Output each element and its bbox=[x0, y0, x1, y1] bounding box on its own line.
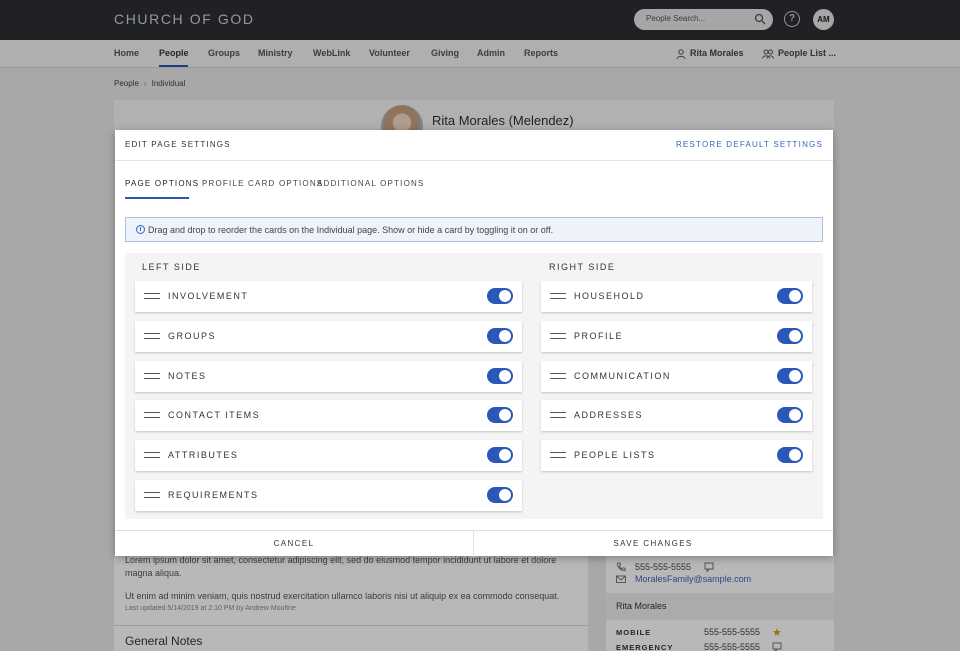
tab-additional-options[interactable]: ADDITIONAL OPTIONS bbox=[317, 179, 425, 188]
divider bbox=[115, 160, 833, 161]
right-side-heading: RIGHT SIDE bbox=[549, 262, 616, 272]
toggle-knob bbox=[499, 370, 511, 382]
toggle-knob bbox=[499, 330, 511, 342]
toggle-switch[interactable] bbox=[777, 368, 803, 384]
drag-handle-icon[interactable] bbox=[144, 293, 160, 299]
drag-handle-icon[interactable] bbox=[144, 333, 160, 339]
card-order-panel: LEFT SIDE RIGHT SIDE INVOLVEMENT GROUPS … bbox=[125, 253, 823, 519]
toggle-knob bbox=[789, 330, 801, 342]
left-side-heading: LEFT SIDE bbox=[142, 262, 201, 272]
card-row-addresses[interactable]: ADDRESSES bbox=[541, 400, 812, 431]
card-row-communication[interactable]: COMMUNICATION bbox=[541, 361, 812, 392]
toggle-knob bbox=[499, 449, 511, 461]
toggle-switch[interactable] bbox=[487, 288, 513, 304]
drag-handle-icon[interactable] bbox=[550, 452, 566, 458]
card-row-contact-items[interactable]: CONTACT ITEMS bbox=[135, 400, 522, 431]
toggle-knob bbox=[499, 409, 511, 421]
card-label: HOUSEHOLD bbox=[574, 291, 645, 301]
toggle-switch[interactable] bbox=[777, 288, 803, 304]
card-row-household[interactable]: HOUSEHOLD bbox=[541, 281, 812, 312]
card-row-profile[interactable]: PROFILE bbox=[541, 321, 812, 352]
card-label: GROUPS bbox=[168, 331, 217, 341]
toggle-switch[interactable] bbox=[487, 407, 513, 423]
info-text: Drag and drop to reorder the cards on th… bbox=[148, 225, 554, 235]
card-row-people-lists[interactable]: PEOPLE LISTS bbox=[541, 440, 812, 471]
card-label: REQUIREMENTS bbox=[168, 490, 259, 500]
card-label: COMMUNICATION bbox=[574, 371, 671, 381]
toggle-knob bbox=[499, 290, 511, 302]
card-label: ADDRESSES bbox=[574, 410, 644, 420]
info-banner: i Drag and drop to reorder the cards on … bbox=[125, 217, 823, 242]
edit-page-settings-modal: EDIT PAGE SETTINGS RESTORE DEFAULT SETTI… bbox=[115, 130, 833, 557]
card-row-groups[interactable]: GROUPS bbox=[135, 321, 522, 352]
card-label: CONTACT ITEMS bbox=[168, 410, 261, 420]
toggle-knob bbox=[789, 409, 801, 421]
card-label: INVOLVEMENT bbox=[168, 291, 249, 301]
cancel-button[interactable]: CANCEL bbox=[115, 531, 473, 557]
card-row-involvement[interactable]: INVOLVEMENT bbox=[135, 281, 522, 312]
toggle-switch[interactable] bbox=[487, 368, 513, 384]
tab-page-options[interactable]: PAGE OPTIONS bbox=[125, 179, 199, 188]
toggle-switch[interactable] bbox=[777, 407, 803, 423]
toggle-switch[interactable] bbox=[777, 447, 803, 463]
active-tab-indicator bbox=[125, 197, 189, 199]
card-label: ATTRIBUTES bbox=[168, 450, 239, 460]
drag-handle-icon[interactable] bbox=[144, 373, 160, 379]
card-label: PROFILE bbox=[574, 331, 624, 341]
drag-handle-icon[interactable] bbox=[144, 412, 160, 418]
tab-profile-card-options[interactable]: PROFILE CARD OPTIONS bbox=[202, 179, 323, 188]
info-icon: i bbox=[136, 225, 145, 234]
card-label: NOTES bbox=[168, 371, 207, 381]
drag-handle-icon[interactable] bbox=[550, 333, 566, 339]
card-label: PEOPLE LISTS bbox=[574, 450, 656, 460]
card-row-requirements[interactable]: REQUIREMENTS bbox=[135, 480, 522, 511]
drag-handle-icon[interactable] bbox=[144, 492, 160, 498]
toggle-knob bbox=[499, 489, 511, 501]
drag-handle-icon[interactable] bbox=[550, 293, 566, 299]
toggle-knob bbox=[789, 370, 801, 382]
toggle-switch[interactable] bbox=[777, 328, 803, 344]
toggle-knob bbox=[789, 449, 801, 461]
save-changes-button[interactable]: SAVE CHANGES bbox=[474, 531, 832, 557]
card-row-notes[interactable]: NOTES bbox=[135, 361, 522, 392]
toggle-knob bbox=[789, 290, 801, 302]
restore-defaults-button[interactable]: RESTORE DEFAULT SETTINGS bbox=[676, 140, 823, 149]
drag-handle-icon[interactable] bbox=[550, 373, 566, 379]
modal-footer: CANCEL SAVE CHANGES bbox=[115, 530, 833, 557]
drag-handle-icon[interactable] bbox=[144, 452, 160, 458]
toggle-switch[interactable] bbox=[487, 487, 513, 503]
card-row-attributes[interactable]: ATTRIBUTES bbox=[135, 440, 522, 471]
drag-handle-icon[interactable] bbox=[550, 412, 566, 418]
toggle-switch[interactable] bbox=[487, 328, 513, 344]
modal-title: EDIT PAGE SETTINGS bbox=[125, 140, 231, 149]
toggle-switch[interactable] bbox=[487, 447, 513, 463]
